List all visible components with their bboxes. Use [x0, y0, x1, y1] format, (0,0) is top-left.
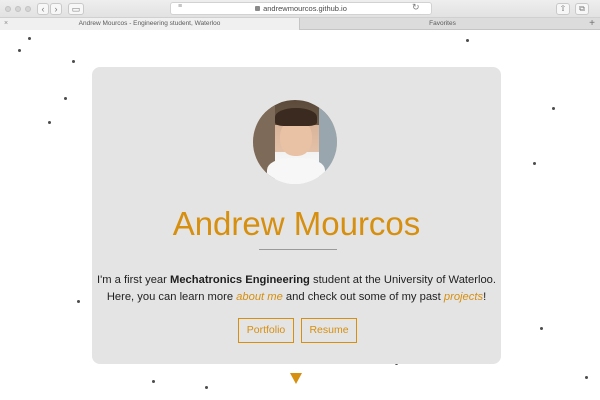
sidebar-icon[interactable]: ▭: [68, 3, 84, 15]
browser-toolbar: ‹ › ▭ andrewmourcos.github.io ≡ ↻ ⇧ ⧉: [0, 0, 600, 18]
particle-dot: [552, 107, 555, 110]
lock-icon: [255, 6, 261, 11]
resume-button[interactable]: Resume: [301, 318, 357, 343]
reader-icon[interactable]: ≡: [178, 3, 182, 10]
particle-dot: [533, 162, 536, 165]
bio-text-part: and check out some of my past: [282, 291, 444, 303]
divider: [259, 249, 337, 250]
particle-dot: [466, 39, 469, 42]
close-tab-icon[interactable]: ×: [4, 18, 8, 30]
particle-dot: [540, 327, 543, 330]
bio-text: I'm a first year Mechatronics Engineerin…: [92, 272, 501, 306]
tab-active[interactable]: × Andrew Mourcos - Engineering student, …: [0, 18, 300, 30]
back-icon[interactable]: ‹: [37, 3, 49, 15]
profile-card: Andrew Mourcos I'm a first year Mechatro…: [92, 67, 501, 364]
projects-link[interactable]: projects: [444, 291, 483, 303]
bio-text-part: student at the University of Waterloo.: [309, 274, 497, 286]
particle-dot: [18, 49, 21, 52]
page-content: Andrew Mourcos I'm a first year Mechatro…: [0, 31, 600, 400]
particle-dot: [152, 380, 155, 383]
zoom-window-icon[interactable]: [25, 6, 31, 12]
particle-dot: [64, 97, 67, 100]
address-url: andrewmourcos.github.io: [263, 4, 347, 13]
scroll-down-arrow-icon[interactable]: [290, 373, 302, 384]
bio-program: Mechatronics Engineering: [170, 274, 310, 286]
reload-icon[interactable]: ↻: [412, 2, 420, 13]
tabs-icon[interactable]: ⧉: [575, 3, 589, 15]
avatar: [253, 100, 337, 184]
tab-favorites-label: Favorites: [429, 20, 456, 27]
about-me-link[interactable]: about me: [236, 291, 283, 303]
particle-dot: [48, 121, 51, 124]
minimize-window-icon[interactable]: [15, 6, 21, 12]
bio-text-part: Here, you can learn more: [106, 291, 237, 303]
bio-text-part: !: [483, 291, 487, 303]
new-tab-icon[interactable]: +: [589, 18, 595, 30]
address-bar[interactable]: andrewmourcos.github.io: [170, 2, 432, 15]
particle-dot: [205, 386, 208, 389]
bio-text-part: I'm a first year: [96, 274, 170, 286]
share-icon[interactable]: ⇧: [556, 3, 570, 15]
page-title: Andrew Mourcos: [172, 205, 421, 242]
forward-icon[interactable]: ›: [50, 3, 62, 15]
tab-favorites[interactable]: Favorites: [300, 18, 585, 30]
particle-dot: [72, 60, 75, 63]
tab-bar: × Andrew Mourcos - Engineering student, …: [0, 18, 600, 30]
tab-active-label: Andrew Mourcos - Engineering student, Wa…: [78, 20, 221, 27]
particle-dot: [77, 300, 80, 303]
particle-dot: [585, 376, 588, 379]
particle-dot: [28, 37, 31, 40]
close-window-icon[interactable]: [5, 6, 11, 12]
portfolio-button[interactable]: Portfolio: [238, 318, 294, 343]
